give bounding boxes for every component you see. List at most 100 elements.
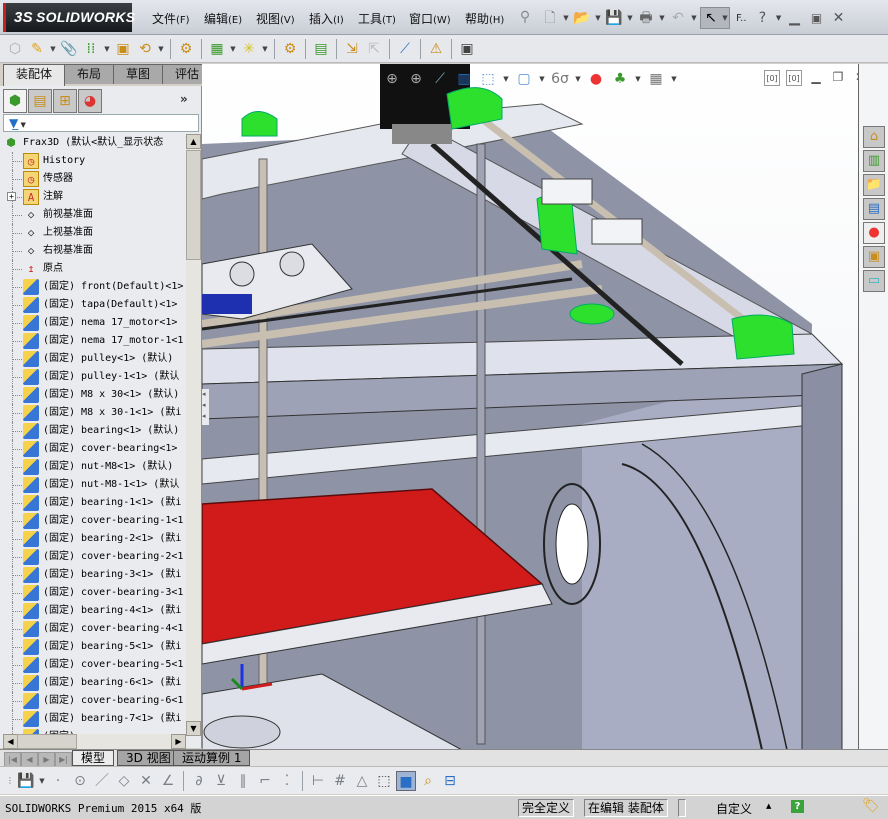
tree-item[interactable]: ◇ 右视基准面 xyxy=(3,242,186,260)
new-part-dropdown[interactable]: ▼ xyxy=(49,45,57,53)
tree-item[interactable]: (固定) M8 x 30-1<1> (默i xyxy=(3,404,186,422)
design-library-icon[interactable]: ▥ xyxy=(863,150,885,172)
toolbar-grip[interactable]: ⋮ xyxy=(6,776,14,784)
pattern-dropdown[interactable]: ▼ xyxy=(103,45,111,53)
corner-icon[interactable]: ⌐ xyxy=(255,771,275,791)
graphics-area[interactable]: ◂ ◂ ◂ xyxy=(202,64,858,750)
scroll-thumb[interactable] xyxy=(186,150,201,260)
tree-filter[interactable]: ▼̲ ▼ xyxy=(3,114,199,132)
mate-icon[interactable]: 📎 xyxy=(59,39,79,59)
panel-expand-button[interactable]: » xyxy=(180,92,188,106)
expand-toggle[interactable]: + xyxy=(7,192,16,201)
tree-item[interactable]: (固定) bearing-3<1> (默i xyxy=(3,566,186,584)
zoom-to-fit-icon[interactable]: ⊕ xyxy=(382,69,402,89)
print-dropdown[interactable]: ▼ xyxy=(658,14,666,22)
tree-item[interactable]: (固定) bearing-4<1> (默i xyxy=(3,602,186,620)
prev-icon[interactable]: ◀ xyxy=(21,752,38,767)
scroll-down-button[interactable]: ▼ xyxy=(186,721,201,736)
menu-help[interactable]: 帮助(H) xyxy=(465,10,504,27)
tree-item[interactable]: ◷ 传感器 xyxy=(3,170,186,188)
shaded-cube-icon[interactable]: ■ xyxy=(396,770,416,791)
tab-sketch[interactable]: 草图 xyxy=(113,64,164,84)
displaymanager-icon[interactable]: ◕ xyxy=(78,89,102,113)
triangle-icon[interactable]: △ xyxy=(352,771,372,791)
scroll-thumb[interactable] xyxy=(17,734,77,749)
menu-view[interactable]: 视图(V) xyxy=(256,10,295,27)
split-left-icon[interactable]: [0] xyxy=(764,70,780,86)
tree-item[interactable]: ◇ 前视基准面 xyxy=(3,206,186,224)
mirror-icon[interactable]: ⊻ xyxy=(211,771,231,791)
last-icon[interactable]: ▶| xyxy=(55,752,72,767)
insert-component-icon[interactable]: ⬡ xyxy=(5,39,25,59)
tab-3d-view[interactable]: 3D 视图 xyxy=(117,750,180,766)
tree-item[interactable]: (固定) cover-bearing<1> xyxy=(3,440,186,458)
view-orientation-icon[interactable]: ⬚ xyxy=(478,69,498,89)
tree-item[interactable]: (固定) cover-bearing-1<1 xyxy=(3,512,186,530)
tag-icon[interactable]: 🏷 xyxy=(862,798,880,814)
hide-show-dropdown[interactable]: ▼ xyxy=(574,75,582,83)
previous-view-icon[interactable]: ⟋ xyxy=(430,69,450,89)
angle-icon[interactable]: ∠ xyxy=(158,771,178,791)
panel-collapse-handle[interactable]: ◂ ◂ ◂ xyxy=(202,389,209,425)
snapshot-icon[interactable]: ▣ xyxy=(457,39,477,59)
tab-model[interactable]: 模型 xyxy=(72,750,115,766)
tree-item[interactable]: (固定) cover-bearing-5<1 xyxy=(3,656,186,674)
tree-item[interactable]: (固定) cover-bearing-3<1 xyxy=(3,584,186,602)
assembly-features-icon[interactable]: ▦ xyxy=(207,39,227,59)
view-settings-icon[interactable]: ▦ xyxy=(646,69,666,89)
tree-item[interactable]: (固定) tapa(Default)<1> xyxy=(3,296,186,314)
appearances-icon[interactable]: ● xyxy=(863,222,885,244)
units-selector[interactable]: 自定义 xyxy=(716,800,752,817)
featuremanager-icon[interactable]: ⬢ xyxy=(3,89,27,113)
restore-icon[interactable]: ❐ xyxy=(830,70,846,86)
display-style-icon[interactable]: ▢ xyxy=(514,69,534,89)
zoom-area-icon[interactable]: ⊕ xyxy=(406,69,426,89)
forum-icon[interactable]: ▭ xyxy=(863,270,885,292)
file-explorer-icon[interactable]: 📁 xyxy=(863,174,885,196)
solidworks-logo[interactable]: 3S SOLIDWORKS xyxy=(3,3,135,32)
grid-icon[interactable]: # xyxy=(330,771,350,791)
tree-item[interactable]: ↥ 原点 xyxy=(3,260,186,278)
trim-icon[interactable]: ✕ xyxy=(136,771,156,791)
save-dropdown[interactable]: ▼ xyxy=(626,14,634,22)
tree-root[interactable]: ⬢ Frax3D (默认<默认_显示状态 xyxy=(3,134,186,152)
save-dropdown[interactable]: ▼ xyxy=(38,777,46,785)
instant3d-icon[interactable]: ⟋ xyxy=(395,39,415,59)
minimize-icon[interactable]: ▁ xyxy=(808,70,824,86)
menu-window[interactable]: 窗口(W) xyxy=(409,10,451,27)
pin-icon[interactable]: ⚲ xyxy=(515,7,535,27)
tree-item[interactable]: (固定) nema 17_motor<1> xyxy=(3,314,186,332)
menu-tools[interactable]: 工具(T) xyxy=(358,10,396,27)
tree-item[interactable]: (固定) bearing-2<1> (默i xyxy=(3,530,186,548)
new-document-icon[interactable]: 🗋 xyxy=(540,8,560,28)
tree-item[interactable]: (固定) front(Default)<1> xyxy=(3,278,186,296)
select-icon[interactable]: ↖ xyxy=(701,8,721,28)
propertymanager-icon[interactable]: ▤ xyxy=(28,89,52,113)
tree-item[interactable]: (固定) nut-M8<1> (默认) xyxy=(3,458,186,476)
tab-motion-study[interactable]: 运动算例 1 xyxy=(173,750,251,766)
parallel-icon[interactable]: ∥ xyxy=(233,771,253,791)
custom-properties-icon[interactable]: ▣ xyxy=(863,246,885,268)
circle-icon[interactable]: ⊙ xyxy=(70,771,90,791)
split-right-icon[interactable]: [0] xyxy=(786,70,802,86)
print-icon[interactable]: 🖶 xyxy=(636,8,656,28)
solidworks-resources-icon[interactable]: ⌂ xyxy=(863,126,885,148)
show-hidden-icon[interactable]: ⚙ xyxy=(176,39,196,59)
polygon-icon[interactable]: ◇ xyxy=(114,771,134,791)
tree-item[interactable]: + A 注解 xyxy=(3,188,186,206)
reference-dropdown[interactable]: ▼ xyxy=(261,45,269,53)
view-orientation-dropdown[interactable]: ▼ xyxy=(502,75,510,83)
display-style-dropdown[interactable]: ▼ xyxy=(538,75,546,83)
exploded-view-icon[interactable]: ⇲ xyxy=(342,39,362,59)
tree-item[interactable]: (固定) pulley<1> (默认) xyxy=(3,350,186,368)
tree-item[interactable]: (固定) cover-bearing-4<1 xyxy=(3,620,186,638)
save-icon[interactable]: 💾 xyxy=(604,8,624,28)
first-icon[interactable]: |◀ xyxy=(4,752,21,767)
scene-dropdown[interactable]: ▼ xyxy=(634,75,642,83)
next-icon[interactable]: ▶ xyxy=(38,752,55,767)
reference-geometry-icon[interactable]: ✳ xyxy=(239,39,259,59)
tree-item[interactable]: (固定) nema 17_motor-1<1 xyxy=(3,332,186,350)
new-part-icon[interactable]: ✎ xyxy=(27,39,47,59)
tree-item[interactable]: ◇ 上视基准面 xyxy=(3,224,186,242)
help-dropdown[interactable]: ▼ xyxy=(775,14,783,22)
